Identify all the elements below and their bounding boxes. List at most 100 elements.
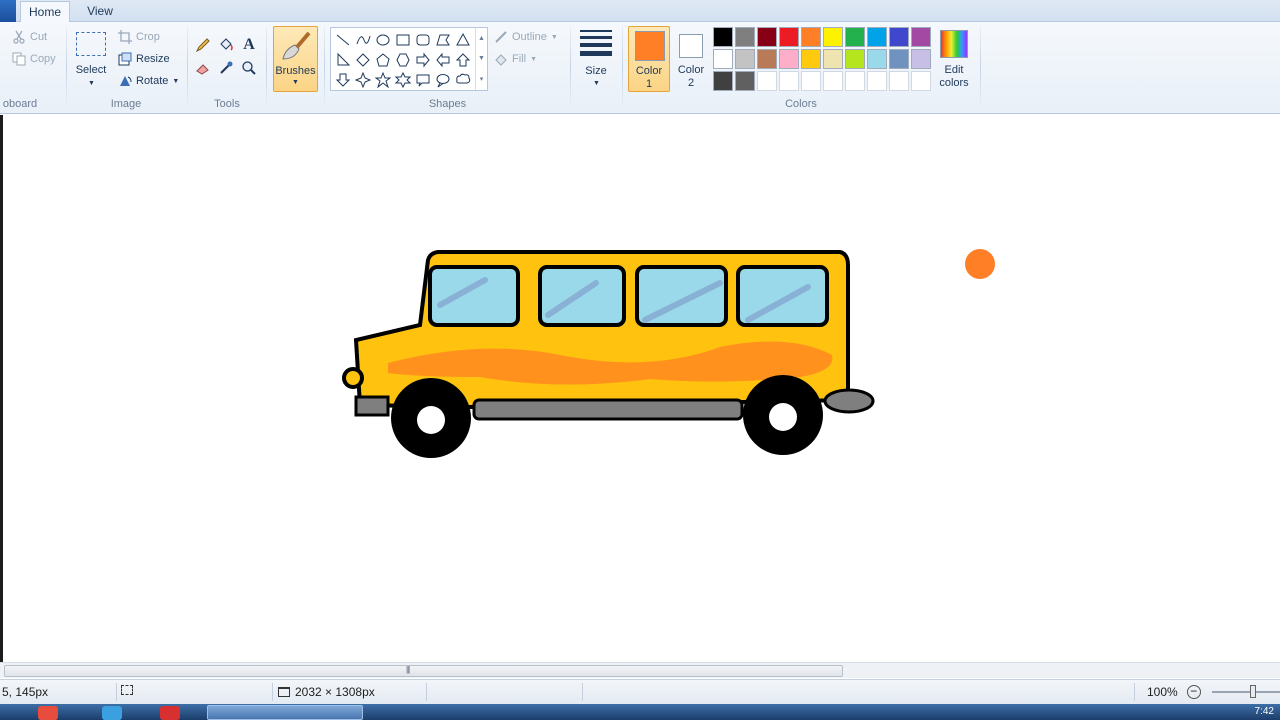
- oval-callout-shape-icon[interactable]: [433, 70, 453, 90]
- scroll-down-icon[interactable]: ▼: [478, 55, 485, 62]
- palette-color-swatch[interactable]: [801, 71, 821, 91]
- polygon-shape-icon[interactable]: [433, 30, 453, 50]
- palette-color-swatch[interactable]: [735, 27, 755, 47]
- zoom-slider[interactable]: [1211, 685, 1280, 698]
- up-arrow-shape-icon[interactable]: [453, 50, 473, 70]
- eraser-icon[interactable]: [192, 57, 214, 79]
- scroll-up-icon[interactable]: ▲: [478, 35, 485, 42]
- paint-taskbar-button[interactable]: [207, 705, 363, 720]
- palette-color-swatch[interactable]: [713, 49, 733, 69]
- size-label: Size: [585, 65, 607, 77]
- color2-button[interactable]: Color 2: [673, 26, 709, 92]
- down-arrow-shape-icon[interactable]: [333, 70, 353, 90]
- palette-color-swatch[interactable]: [801, 49, 821, 69]
- right-triangle-shape-icon[interactable]: [333, 50, 353, 70]
- palette-color-swatch[interactable]: [735, 71, 755, 91]
- rotate-button[interactable]: Rotate ▼: [118, 72, 179, 90]
- crop-button[interactable]: Crop: [118, 28, 160, 46]
- five-point-star-shape-icon[interactable]: [373, 70, 393, 90]
- six-point-star-shape-icon[interactable]: [393, 70, 413, 90]
- palette-color-swatch[interactable]: [911, 49, 931, 69]
- tab-view[interactable]: View: [76, 1, 124, 22]
- browser-icon[interactable]: [102, 706, 122, 720]
- palette-color-swatch[interactable]: [867, 27, 887, 47]
- shapes-scroll[interactable]: ▲ ▼ ▾: [475, 28, 487, 90]
- palette-color-swatch[interactable]: [779, 49, 799, 69]
- right-arrow-shape-icon[interactable]: [413, 50, 433, 70]
- palette-color-swatch[interactable]: [845, 27, 865, 47]
- zoom-slider-thumb[interactable]: [1249, 685, 1256, 698]
- palette-color-swatch[interactable]: [713, 71, 733, 91]
- color1-label: Color: [635, 65, 663, 77]
- palette-color-swatch[interactable]: [779, 71, 799, 91]
- canvas-area[interactable]: [0, 115, 1280, 662]
- copy-button[interactable]: Copy: [12, 50, 56, 68]
- selection-rectangle-icon: [76, 32, 106, 56]
- palette-color-swatch[interactable]: [911, 27, 931, 47]
- fill-button[interactable]: Fill ▼: [494, 50, 537, 68]
- line-shape-icon[interactable]: [333, 30, 353, 50]
- media-icon[interactable]: [160, 706, 180, 720]
- palette-color-swatch[interactable]: [735, 49, 755, 69]
- hexagon-shape-icon[interactable]: [393, 50, 413, 70]
- horizontal-scrollbar[interactable]: |||: [0, 662, 1280, 678]
- status-divider: [272, 683, 273, 701]
- select-button[interactable]: Select ▼: [72, 28, 110, 92]
- palette-color-swatch[interactable]: [757, 71, 777, 91]
- cursor-position-text: 5, 145px: [2, 685, 49, 699]
- tab-home[interactable]: Home: [20, 1, 70, 22]
- diamond-shape-icon[interactable]: [353, 50, 373, 70]
- oval-shape-icon[interactable]: [373, 30, 393, 50]
- rear-bumper: [823, 388, 875, 414]
- ribbon-tab-bar: Home View: [0, 0, 1280, 22]
- clock: 7:42: [1254, 706, 1274, 717]
- edit-colors-button[interactable]: Edit colors: [934, 26, 974, 92]
- text-icon[interactable]: A: [238, 34, 260, 56]
- paint-menu-button[interactable]: [0, 0, 16, 22]
- expand-gallery-icon[interactable]: ▾: [480, 75, 484, 83]
- clipboard-group-label: oboard: [2, 98, 38, 110]
- pentagon-shape-icon[interactable]: [373, 50, 393, 70]
- palette-color-swatch[interactable]: [889, 49, 909, 69]
- four-point-star-shape-icon[interactable]: [353, 70, 373, 90]
- palette-color-swatch[interactable]: [757, 49, 777, 69]
- color1-button[interactable]: Color 1: [628, 26, 670, 92]
- color-picker-icon[interactable]: [215, 57, 237, 79]
- palette-color-swatch[interactable]: [779, 27, 799, 47]
- palette-color-swatch[interactable]: [845, 49, 865, 69]
- shapes-gallery: ▲ ▼ ▾: [330, 27, 488, 91]
- rounded-rectangle-shape-icon[interactable]: [413, 30, 433, 50]
- palette-color-swatch[interactable]: [823, 49, 843, 69]
- palette-color-swatch[interactable]: [801, 27, 821, 47]
- group-divider: [324, 26, 325, 108]
- zoom-out-icon[interactable]: −: [1186, 685, 1201, 699]
- scrollbar-thumb[interactable]: [4, 665, 843, 677]
- chrome-icon[interactable]: [38, 706, 58, 720]
- palette-color-swatch[interactable]: [757, 27, 777, 47]
- triangle-shape-icon[interactable]: [453, 30, 473, 50]
- palette-color-swatch[interactable]: [867, 49, 887, 69]
- palette-color-swatch[interactable]: [845, 71, 865, 91]
- palette-color-swatch[interactable]: [889, 71, 909, 91]
- curve-shape-icon[interactable]: [353, 30, 373, 50]
- outline-button[interactable]: Outline ▼: [494, 28, 558, 46]
- rounded-callout-shape-icon[interactable]: [413, 70, 433, 90]
- magnifier-icon[interactable]: [238, 57, 260, 79]
- status-divider: [116, 683, 117, 701]
- size-button[interactable]: Size ▼: [577, 28, 615, 92]
- palette-color-swatch[interactable]: [823, 27, 843, 47]
- palette-color-swatch[interactable]: [889, 27, 909, 47]
- left-arrow-shape-icon[interactable]: [433, 50, 453, 70]
- fill-bucket-icon[interactable]: [215, 34, 237, 56]
- palette-color-swatch[interactable]: [823, 71, 843, 91]
- cut-button[interactable]: Cut: [12, 28, 47, 46]
- brushes-button[interactable]: Brushes ▼: [273, 26, 318, 92]
- pencil-icon[interactable]: [192, 34, 214, 56]
- palette-color-swatch[interactable]: [911, 71, 931, 91]
- drawing-canvas[interactable]: [0, 115, 1280, 662]
- rectangle-shape-icon[interactable]: [393, 30, 413, 50]
- palette-color-swatch[interactable]: [867, 71, 887, 91]
- palette-color-swatch[interactable]: [713, 27, 733, 47]
- resize-button[interactable]: Resize: [118, 50, 170, 68]
- cloud-callout-shape-icon[interactable]: [453, 70, 473, 90]
